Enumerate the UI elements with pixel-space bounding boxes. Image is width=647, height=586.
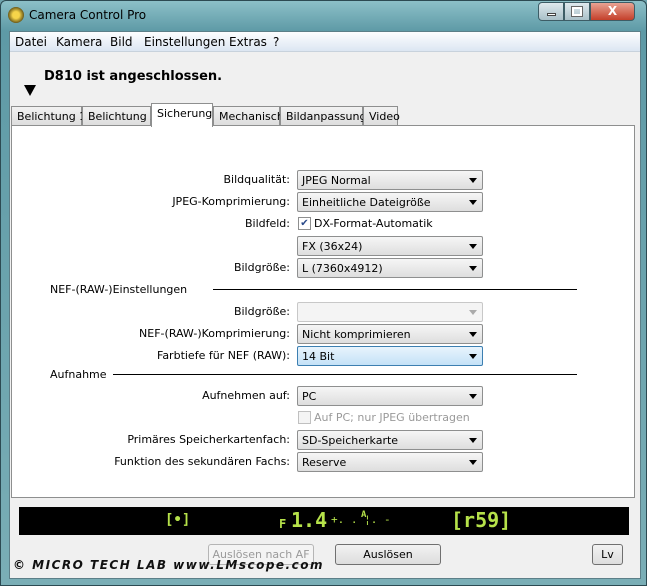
selected-value: Nicht komprimieren	[302, 328, 411, 341]
nef-komprimierung-label: NEF-(RAW-)Komprimierung:	[139, 327, 290, 340]
close-button[interactable]: X	[590, 2, 635, 21]
dx-format-automatik-label: DX-Format-Automatik	[314, 217, 433, 230]
menu-help[interactable]: ?	[273, 35, 279, 49]
aufnahme-section-label: Aufnahme	[50, 368, 107, 381]
chevron-down-icon	[469, 200, 477, 205]
nef-section-label: NEF-(RAW-)Einstellungen	[50, 283, 188, 296]
bildgroesse-select[interactable]: L (7360x4912)	[297, 258, 483, 278]
jpeg-komprimierung-select[interactable]: Einheitliche Dateigröße	[297, 192, 483, 212]
bildqualitaet-select[interactable]: JPEG Normal	[297, 170, 483, 190]
metering-icon: [•]	[165, 512, 191, 528]
frames-remaining: [r59]	[451, 508, 512, 532]
menu-extras[interactable]: Extras	[229, 35, 267, 49]
selected-value: L (7360x4912)	[302, 262, 383, 275]
release-button[interactable]: Auslösen	[335, 544, 441, 565]
farbtiefe-select[interactable]: 14 Bit	[297, 346, 483, 366]
menu-datei[interactable]: Datei	[15, 35, 47, 49]
sekundaeres-fach-label: Funktion des sekundären Fachs:	[114, 455, 290, 468]
chevron-down-icon	[469, 266, 477, 271]
aufnehmen-auf-label: Aufnehmen auf:	[202, 389, 290, 402]
nef-bildgroesse-label: Bildgröße:	[233, 305, 290, 318]
section-divider	[113, 374, 577, 375]
ae-indicator: A	[361, 510, 367, 520]
close-icon: X	[607, 4, 618, 18]
chevron-down-icon	[469, 332, 477, 337]
menu-kamera[interactable]: Kamera	[56, 35, 102, 49]
sekundaeres-fach-select[interactable]: Reserve	[297, 452, 483, 472]
collapse-arrow-icon[interactable]	[24, 85, 36, 96]
tab-belichtung-1[interactable]: Belichtung 1	[11, 106, 86, 126]
menu-bar: Datei Kamera Bild Einstellungen Extras ?	[10, 32, 640, 52]
camera-lcd-display: [•] F 1.4 +. . ¦. - A [r59]	[19, 507, 629, 535]
live-view-button[interactable]: Lv	[592, 544, 623, 565]
maximize-button[interactable]	[564, 2, 590, 21]
window-title: Camera Control Pro	[29, 8, 147, 22]
chevron-down-icon	[469, 460, 477, 465]
primaeres-fach-label: Primäres Speicherkartenfach:	[127, 433, 290, 446]
tab-mechanisch[interactable]: Mechanisch	[213, 106, 284, 126]
tab-bildanpassung[interactable]: Bildanpassung	[280, 106, 366, 126]
bildqualitaet-label: Bildqualität:	[223, 173, 290, 186]
minimize-button[interactable]	[538, 2, 564, 21]
chevron-down-icon	[469, 394, 477, 399]
bildfeld-format-select[interactable]: FX (36x24)	[297, 236, 483, 256]
selected-value: FX (36x24)	[302, 240, 363, 253]
chevron-down-icon	[469, 438, 477, 443]
maximize-icon	[571, 6, 583, 17]
selected-value: Reserve	[302, 456, 347, 469]
bildgroesse-label: Bildgröße:	[233, 261, 290, 274]
chevron-down-icon	[469, 244, 477, 249]
selected-value: PC	[302, 390, 317, 403]
chevron-down-icon	[469, 178, 477, 183]
sicherung-panel: Bildqualität: JPEG Normal JPEG-Komprimie…	[11, 125, 635, 498]
farbtiefe-label: Farbtiefe für NEF (RAW):	[157, 349, 290, 362]
menu-einstellungen[interactable]: Einstellungen	[144, 35, 225, 49]
selected-value: JPEG Normal	[302, 174, 371, 187]
aufnehmen-auf-select[interactable]: PC	[297, 386, 483, 406]
bildfeld-label: Bildfeld:	[244, 217, 290, 230]
primaeres-fach-select[interactable]: SD-Speicherkarte	[297, 430, 483, 450]
tab-video[interactable]: Video	[363, 106, 400, 126]
aperture-prefix: F	[279, 517, 287, 531]
window-frame: Camera Control Pro X Datei Kamera Bild E…	[0, 0, 647, 586]
auf-pc-nur-jpeg-label: Auf PC; nur JPEG übertragen	[314, 411, 470, 424]
selected-value: 14 Bit	[302, 350, 335, 363]
minimize-icon	[546, 13, 556, 16]
auf-pc-nur-jpeg-checkbox[interactable]	[298, 411, 311, 424]
aperture-value: 1.4	[291, 508, 328, 532]
selected-value: SD-Speicherkarte	[302, 434, 399, 447]
dx-format-automatik-checkbox[interactable]: ✔	[298, 217, 311, 230]
chevron-down-icon	[469, 354, 477, 359]
client-area: Datei Kamera Bild Einstellungen Extras ?…	[9, 31, 641, 579]
nef-komprimierung-select[interactable]: Nicht komprimieren	[297, 324, 483, 344]
section-divider	[213, 289, 577, 290]
chevron-down-icon	[469, 310, 477, 315]
nef-bildgroesse-select[interactable]	[297, 302, 483, 322]
menu-bild[interactable]: Bild	[110, 35, 133, 49]
selected-value: Einheitliche Dateigröße	[302, 196, 431, 209]
tab-belichtung-2[interactable]: Belichtung 2	[82, 106, 157, 126]
watermark: © MICRO TECH LAB www.LMscope.com	[13, 558, 324, 572]
camera-control-pro-icon	[8, 7, 24, 23]
jpeg-komprimierung-label: JPEG-Komprimierung:	[172, 195, 290, 208]
connection-status: D810 ist angeschlossen.	[44, 69, 223, 84]
tab-sicherung[interactable]: Sicherung	[151, 103, 213, 127]
